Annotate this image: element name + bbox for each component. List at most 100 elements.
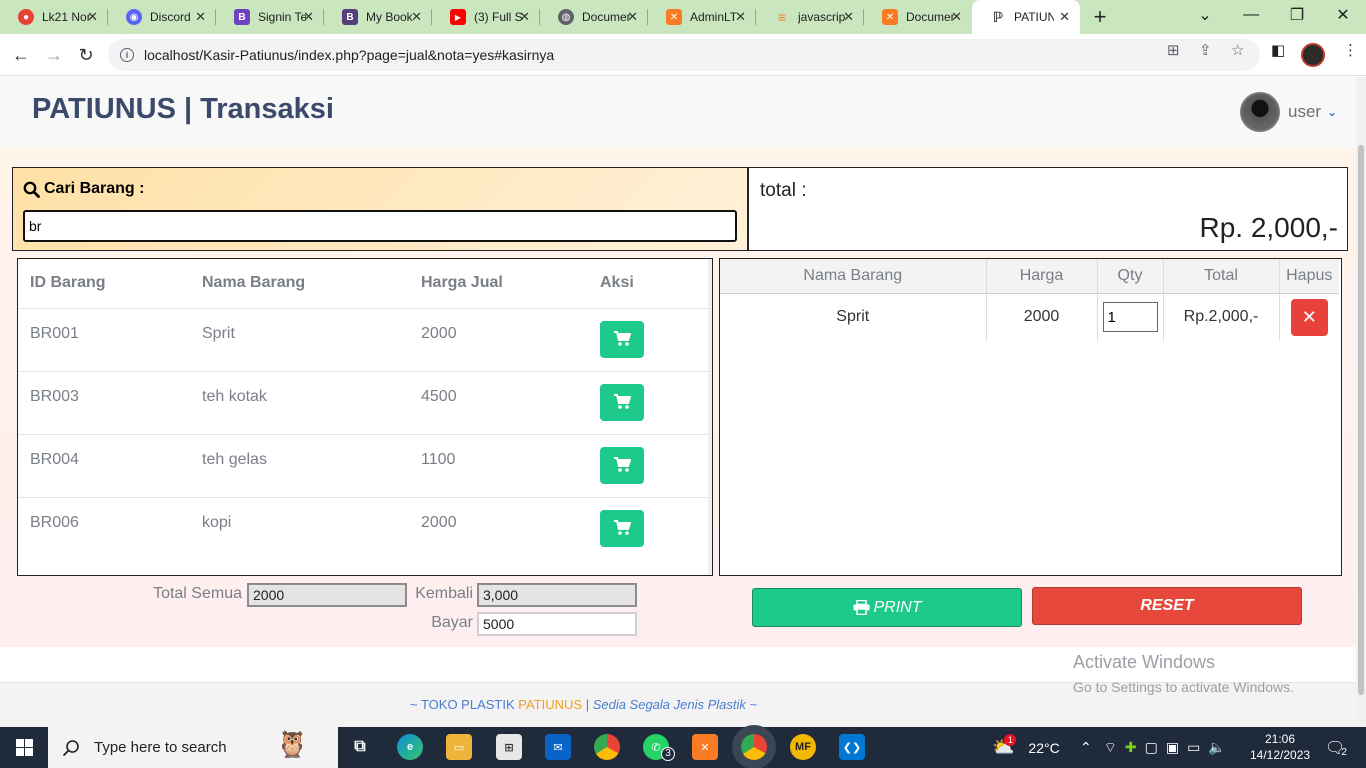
table-scrollbar[interactable]	[708, 259, 712, 575]
product-id: BR004	[18, 434, 190, 498]
url-text[interactable]: localhost/Kasir-Patiunus/index.php?page=…	[144, 47, 554, 63]
tab-title: javascript	[798, 10, 846, 24]
footer-prefix: ~ TOKO PLASTIK	[410, 697, 519, 712]
display-icon[interactable]: ▣	[1166, 739, 1179, 756]
total-semua-field[interactable]	[247, 583, 407, 607]
avatar[interactable]	[1240, 92, 1280, 132]
footer-suffix: ~	[745, 697, 758, 712]
close-tab-icon[interactable]: ✕	[87, 9, 98, 25]
activate-windows-watermark: Activate Windows Go to Settings to activ…	[1073, 652, 1294, 695]
close-tab-icon[interactable]: ✕	[951, 9, 962, 25]
mf-app-icon[interactable]: MF	[790, 734, 816, 760]
browser-tab[interactable]: ● Lk21 Nonton ✕	[0, 0, 108, 34]
scrollbar-thumb[interactable]	[1358, 145, 1364, 695]
footer-brand: PATIUNUS	[518, 697, 583, 712]
tab-search-icon[interactable]: ⌄	[1182, 0, 1228, 30]
close-tab-icon[interactable]: ✕	[411, 9, 422, 25]
chevron-up-icon[interactable]: ⌃	[1080, 739, 1092, 756]
notification-center[interactable]: 🗨 2	[1325, 727, 1347, 768]
cart-item-total: Rp.2,000,-	[1163, 293, 1280, 341]
reset-button[interactable]: RESET	[1032, 587, 1302, 625]
add-to-cart-button[interactable]	[600, 320, 644, 358]
page-scrollbar[interactable]	[1356, 77, 1366, 727]
close-window-icon[interactable]: ✕	[1320, 0, 1366, 30]
translate-icon[interactable]: ⊞	[1167, 41, 1180, 59]
cart-icon	[614, 457, 631, 472]
restore-icon[interactable]: ❐	[1274, 0, 1320, 30]
close-tab-icon[interactable]: ✕	[843, 9, 854, 25]
close-tab-icon[interactable]: ✕	[519, 9, 530, 25]
delete-item-button[interactable]: ✕	[1290, 298, 1328, 336]
kembali-field[interactable]	[477, 583, 637, 607]
back-icon[interactable]: ←	[8, 42, 34, 68]
task-view-icon[interactable]: ⧉	[347, 734, 373, 760]
close-tab-icon[interactable]: ✕	[627, 9, 638, 25]
qty-input[interactable]	[1102, 302, 1158, 333]
browser-tab[interactable]: B Signin Template ✕	[216, 0, 324, 34]
tab-title: (3) Full Stack	[474, 10, 522, 24]
reload-icon[interactable]: ↻	[73, 42, 99, 68]
edge-icon[interactable]: e	[397, 734, 423, 760]
product-price: 1100	[409, 434, 588, 498]
user-menu[interactable]: user ⌄	[1240, 92, 1337, 132]
table-row: BR003 teh kotak 4500	[18, 371, 708, 435]
browser-tab[interactable]: ◍ Documentation ✕	[540, 0, 648, 34]
store-icon[interactable]: ⊞	[496, 734, 522, 760]
mail-icon[interactable]: ✉	[545, 734, 571, 760]
cart-table: Nama Barang Harga Qty Total Hapus Sprit …	[720, 259, 1339, 341]
browser-tab-active[interactable]: ℙ PATIUNUS ✕	[972, 0, 1080, 34]
battery-icon[interactable]: ▭	[1187, 739, 1200, 756]
browser-tab[interactable]: ◉ Discord ✕	[108, 0, 216, 34]
close-tab-icon[interactable]: ✕	[195, 9, 206, 25]
chrome-icon[interactable]	[594, 734, 620, 760]
print-icon	[853, 600, 869, 615]
add-to-cart-button[interactable]	[600, 383, 644, 421]
chevron-down-icon[interactable]: ⌄	[1327, 105, 1337, 119]
side-panel-icon[interactable]: ◧	[1271, 41, 1285, 59]
bookmark-star-icon[interactable]: ☆	[1231, 41, 1244, 59]
total-label: total :	[760, 180, 807, 201]
xampp-icon[interactable]: ✕	[692, 734, 718, 760]
search-input[interactable]	[23, 210, 737, 242]
profile-avatar[interactable]	[1301, 43, 1325, 67]
site-info-icon[interactable]: i	[120, 48, 134, 62]
close-tab-icon[interactable]: ✕	[735, 9, 746, 25]
tab-title: Signin Template	[258, 10, 306, 24]
chrome-active-icon[interactable]	[741, 734, 767, 760]
column-header: Qty	[1097, 259, 1164, 294]
browser-tab[interactable]: ≡ javascript ✕	[756, 0, 864, 34]
green-status-icon[interactable]: ✚	[1125, 739, 1137, 756]
forward-icon[interactable]: →	[41, 42, 67, 68]
taskbar-search[interactable]: Type here to search 🦉	[48, 727, 338, 768]
minimize-icon[interactable]: —	[1228, 0, 1274, 30]
add-to-cart-button[interactable]	[600, 509, 644, 547]
discord-icon: ◉	[126, 9, 142, 25]
column-header: ID Barang	[18, 259, 190, 309]
chrome-menu-icon[interactable]: ⋮	[1343, 41, 1358, 59]
add-to-cart-button[interactable]	[600, 446, 644, 484]
kembali-label: Kembali	[415, 585, 473, 602]
browser-tab[interactable]: ▶ (3) Full Stack ✕	[432, 0, 540, 34]
address-bar[interactable]: i localhost/Kasir-Patiunus/index.php?pag…	[108, 39, 1260, 71]
print-button[interactable]: PRINT	[752, 588, 1022, 627]
taskbar-clock[interactable]: 21:06 14/12/2023	[1250, 731, 1310, 763]
share-icon[interactable]: ⇪	[1199, 41, 1212, 59]
browser-tab[interactable]: ✕ AdminLTE ✕	[648, 0, 756, 34]
bayar-field[interactable]	[477, 612, 637, 636]
new-tab-button[interactable]: +	[1080, 0, 1120, 34]
file-explorer-icon[interactable]: ▭	[446, 734, 472, 760]
user-name[interactable]: user	[1288, 102, 1321, 122]
close-tab-icon[interactable]: ✕	[1059, 9, 1070, 25]
network-icon[interactable]: ⌔	[1104, 739, 1117, 757]
tab-title: Discord	[150, 10, 191, 24]
close-icon: ✕	[1301, 306, 1317, 327]
browser-tab[interactable]: ✕ Documentation ✕	[864, 0, 972, 34]
weather-widget[interactable]: ⛅ 1 22°C	[992, 727, 1060, 768]
close-tab-icon[interactable]: ✕	[303, 9, 314, 25]
windows-start-button[interactable]	[0, 727, 48, 768]
bootstrap-icon: B	[342, 9, 358, 25]
browser-tab[interactable]: B My Book ✕	[324, 0, 432, 34]
vscode-icon[interactable]: ❮❯	[839, 734, 865, 760]
device-icon[interactable]: ▢	[1145, 739, 1158, 756]
volume-icon[interactable]: 🔈	[1208, 739, 1225, 756]
